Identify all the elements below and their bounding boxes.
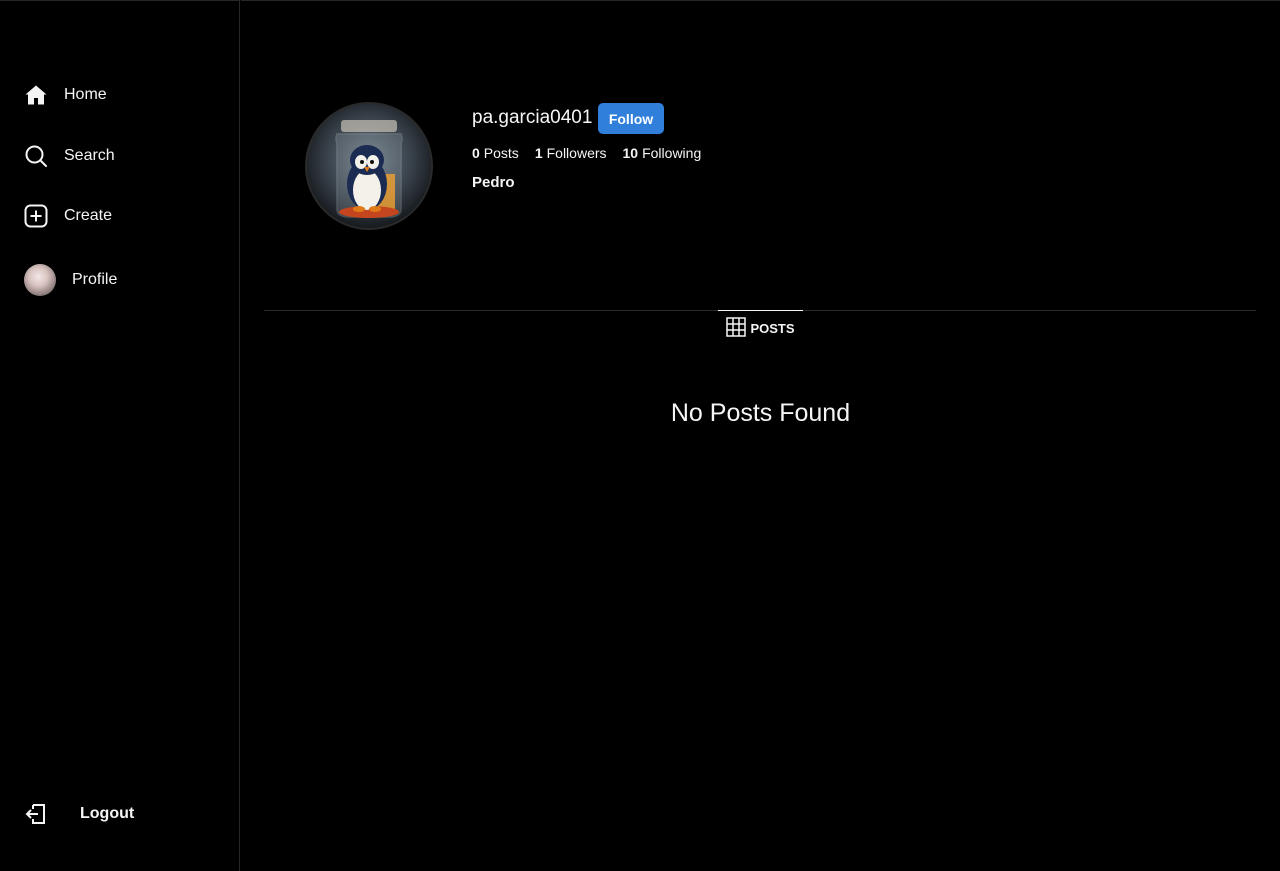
grid-icon [726, 317, 747, 340]
following-count: 10 [622, 145, 639, 161]
plus-square-icon [24, 204, 48, 228]
sidebar-item-label: Search [64, 147, 115, 164]
sidebar-item-label: Profile [72, 271, 118, 288]
following-stat[interactable]: 10 Following [623, 145, 702, 161]
empty-posts-message: No Posts Found [670, 399, 851, 427]
sidebar-item-home[interactable]: Home [24, 83, 107, 107]
tab-label: POSTS [750, 321, 795, 336]
profile-full-name: Pedro [472, 174, 515, 191]
follow-button[interactable]: Follow [598, 103, 664, 134]
sidebar: Home Search Create Profile Logout [0, 0, 240, 871]
sidebar-item-profile[interactable]: Profile [24, 264, 117, 296]
posts-stat-label: Posts [483, 145, 519, 161]
tab-posts[interactable]: POSTS [718, 310, 803, 346]
followers-count: 1 [534, 145, 543, 161]
penguin-jar-image [335, 120, 403, 218]
profile-avatar [305, 102, 433, 230]
logout-icon [24, 802, 48, 826]
following-stat-label: Following [642, 145, 702, 161]
search-icon [24, 144, 48, 168]
sidebar-item-label: Home [64, 86, 107, 103]
followers-stat-label: Followers [546, 145, 607, 161]
profile-username: pa.garcia0401 [472, 107, 593, 128]
sidebar-item-search[interactable]: Search [24, 144, 115, 168]
posts-count: 0 [472, 145, 480, 161]
followers-stat[interactable]: 1 Followers [535, 145, 607, 161]
profile-stats: 0 Posts 1 Followers 10 Following [472, 145, 701, 161]
avatar [24, 264, 56, 296]
profile-main: pa.garcia0401 Follow 0 Posts 1 Followers 1… [241, 0, 1280, 871]
sidebar-item-label: Logout [80, 805, 135, 822]
home-icon [24, 83, 48, 107]
sidebar-item-create[interactable]: Create [24, 204, 112, 228]
logout-button[interactable]: Logout [24, 802, 134, 826]
sidebar-item-label: Create [64, 207, 113, 224]
posts-stat: 0 Posts [472, 145, 519, 161]
